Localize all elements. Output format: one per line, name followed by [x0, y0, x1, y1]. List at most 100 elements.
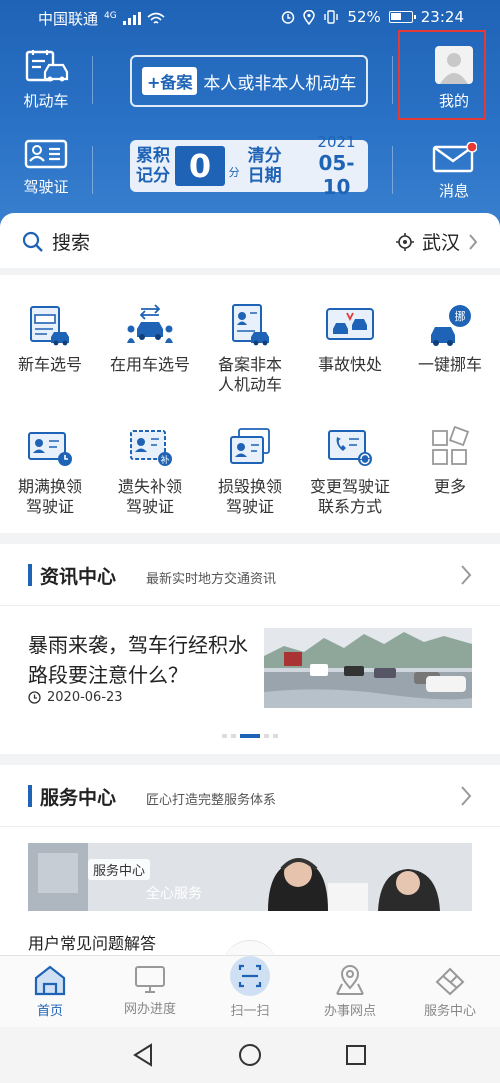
search-icon	[22, 231, 43, 252]
news-center-subtitle: 最新实时地方交通资讯	[146, 572, 277, 587]
news-article-date: 2020-06-23	[28, 690, 123, 705]
envelope-icon	[432, 142, 477, 173]
clear-date-label: 清分日期	[247, 146, 282, 186]
score-label: 累积记分	[136, 146, 170, 186]
renew-license-icon	[28, 432, 72, 466]
tab-home[interactable]: 首页	[0, 964, 100, 1019]
home-circle-icon[interactable]	[238, 1043, 262, 1067]
carrier-label: 中国联通	[38, 10, 99, 28]
register-nonowner-vehicle-button[interactable]: 备案非本 人机动车	[200, 303, 300, 395]
chevron-right-icon	[461, 786, 472, 806]
clear-year: 2021	[317, 133, 356, 151]
news-center-section: 资讯中心 最新实时地方交通资讯 暴雨来袭，驾车行经积水路段要注意什么？ 2020…	[0, 544, 500, 754]
handshake-icon	[435, 967, 465, 996]
used-car-plate-button[interactable]: 在用车选号	[100, 303, 200, 375]
register-vehicle-banner[interactable]: +备案 本人或非本人机动车	[130, 55, 368, 107]
tab-service-points[interactable]: 办事网点	[300, 964, 400, 1019]
locate-icon	[395, 232, 414, 251]
city-label: 武汉	[421, 232, 460, 254]
messages-button[interactable]: 消息	[426, 142, 482, 201]
service-center-section: 服务中心 匠心打造完整服务体系 服务中心 全心服务 用户常见问题解答	[0, 765, 500, 955]
monitor-icon	[135, 966, 165, 993]
news-article-title[interactable]: 暴雨来袭，驾车行经积水路段要注意什么？	[28, 630, 253, 690]
tab-progress[interactable]: 网办进度	[100, 964, 200, 1017]
service-label: 期满换领 驾驶证	[17, 477, 82, 516]
new-car-plate-icon	[30, 306, 69, 346]
more-button[interactable]: 更多	[400, 425, 500, 497]
tab-scan[interactable]: 扫一扫	[200, 956, 300, 1019]
car-exchange-icon	[127, 304, 173, 343]
accident-icon	[326, 308, 374, 340]
wifi-icon	[147, 12, 165, 24]
tab-label: 服务中心	[423, 1004, 476, 1019]
carousel-indicator	[222, 734, 278, 738]
back-icon[interactable]	[132, 1043, 154, 1067]
signal-icon	[122, 12, 141, 25]
register-tag: +备案	[142, 67, 198, 95]
tab-service-center[interactable]: 服务中心	[400, 964, 500, 1019]
section-bar	[28, 564, 32, 586]
chevron-right-icon	[461, 565, 472, 585]
license-button[interactable]: 驾驶证	[20, 138, 72, 197]
svg-text:挪: 挪	[455, 309, 466, 323]
move-car-button[interactable]: 挪 一键挪车	[400, 303, 500, 375]
phone-card-icon	[328, 430, 372, 466]
score-value: 0	[175, 146, 225, 186]
service-label: 一键挪车	[417, 355, 482, 374]
news-center-header[interactable]: 资讯中心 最新实时地方交通资讯	[0, 544, 500, 606]
service-banner-image[interactable]: 服务中心 全心服务	[28, 843, 472, 911]
section-bar	[28, 785, 32, 807]
change-contact-button[interactable]: 变更驾驶证 联系方式	[300, 425, 400, 517]
bottom-tab-bar: 首页 网办进度 扫一扫 办事网点 服务中心	[0, 955, 500, 1027]
new-car-plate-button[interactable]: 新车选号	[0, 303, 100, 375]
svg-text:补: 补	[160, 454, 169, 466]
city-selector[interactable]: 武汉	[395, 228, 478, 255]
more-grid-icon	[432, 425, 470, 465]
accident-quick-button[interactable]: 事故快处	[300, 303, 400, 375]
news-article-image[interactable]	[264, 628, 472, 708]
clear-month-day: 05-10	[318, 151, 355, 199]
tab-label: 网办进度	[123, 1002, 176, 1017]
lost-license-icon: 补	[130, 430, 172, 466]
map-pin-icon	[336, 965, 364, 995]
status-bar: 中国联通 4G 52% 23:24	[0, 0, 500, 34]
clock: 23:24	[420, 8, 464, 26]
battery-icon	[388, 11, 416, 23]
replace-damaged-license-button[interactable]: 损毁换领 驾驶证	[200, 425, 300, 517]
my-label: 我的	[438, 92, 469, 110]
tab-label: 扫一扫	[230, 1004, 270, 1019]
clear-date: 2021 05-10	[305, 133, 368, 199]
search-bar[interactable]: 搜索 武汉	[0, 213, 500, 268]
service-label: 损毁换领 驾驶证	[217, 477, 282, 516]
service-center-header[interactable]: 服务中心 匠心打造完整服务体系	[0, 765, 500, 827]
home-icon	[34, 965, 66, 996]
my-button[interactable]: 我的	[426, 46, 482, 111]
move-car-icon: 挪	[431, 305, 471, 346]
vibrate-icon	[324, 10, 339, 24]
vehicle-label: 机动车	[23, 92, 69, 110]
clock-icon	[28, 691, 41, 704]
score-panel[interactable]: 累积记分 0 分 清分日期 2021 05-10	[130, 133, 368, 199]
tab-label: 首页	[36, 1004, 63, 1019]
faq-link[interactable]: 用户常见问题解答	[28, 930, 156, 954]
register-text: 本人或非本人机动车	[203, 73, 357, 94]
service-label: 遗失补领 驾驶证	[117, 477, 182, 516]
vehicle-button[interactable]: 机动车	[20, 48, 72, 111]
replace-lost-license-button[interactable]: 补 遗失补领 驾驶证	[100, 425, 200, 517]
renew-license-button[interactable]: 期满换领 驾驶证	[0, 425, 100, 517]
network-label: 4G	[104, 10, 117, 21]
header: 中国联通 4G 52% 23:24 机动车 驾驶证 +备案 本人或非本人机动车 …	[0, 0, 500, 230]
recents-icon[interactable]	[346, 1045, 366, 1065]
divider	[392, 56, 393, 104]
vehicle-icon	[25, 50, 69, 82]
divider	[392, 146, 393, 194]
service-label: 新车选号	[17, 355, 82, 374]
search-label: 搜索	[52, 232, 91, 254]
news-center-title: 资讯中心	[40, 566, 117, 588]
score-unit: 分	[228, 166, 240, 179]
tab-label: 办事网点	[323, 1004, 376, 1019]
chevron-right-icon	[469, 233, 478, 250]
license-label: 驾驶证	[23, 178, 69, 196]
service-banner-text: 全心服务	[146, 886, 202, 902]
service-label: 备案非本 人机动车	[217, 355, 282, 394]
